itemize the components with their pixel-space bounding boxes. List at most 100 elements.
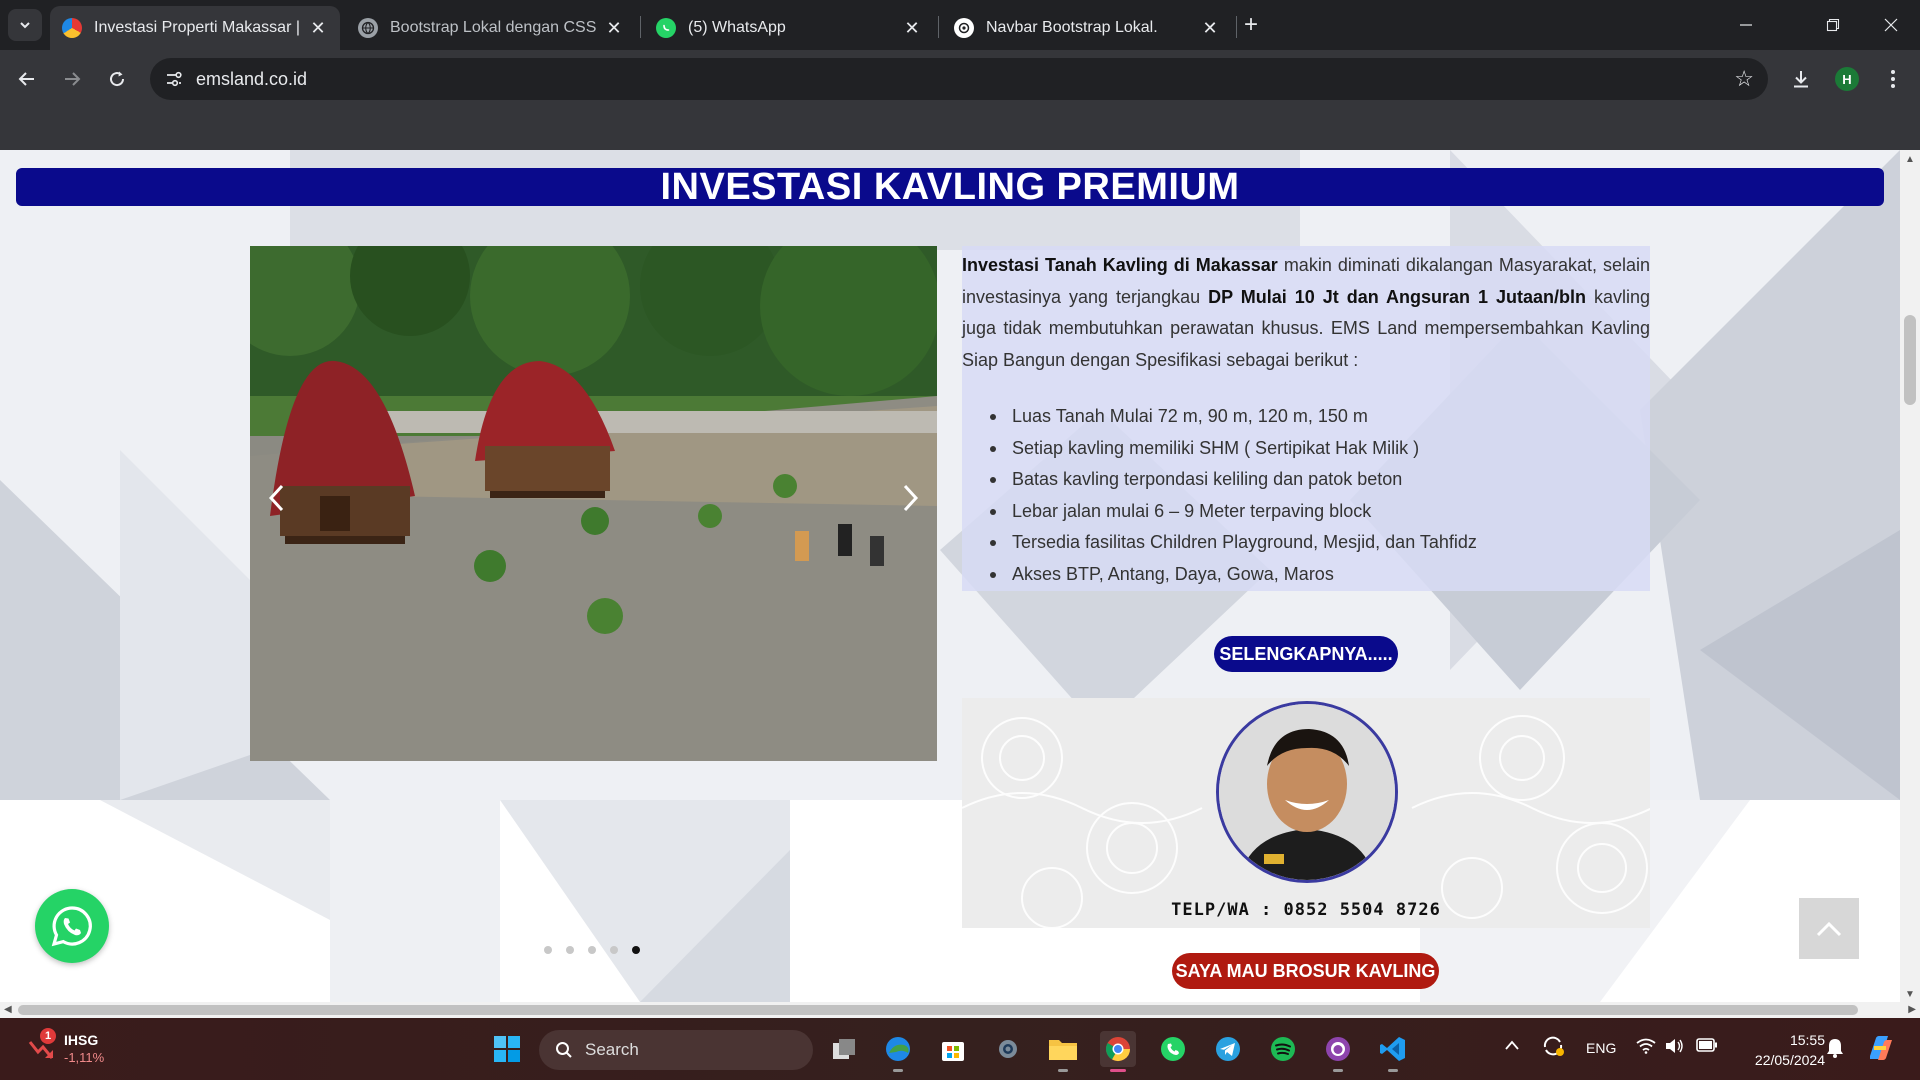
arrow-right-icon — [65, 72, 81, 86]
reload-button[interactable] — [100, 62, 134, 96]
minimize-button[interactable] — [1717, 0, 1775, 50]
back-button[interactable] — [10, 62, 44, 96]
bookmark-bar — [0, 108, 1920, 150]
ems-favicon-icon — [62, 18, 82, 38]
minimize-icon — [1740, 24, 1752, 26]
spec-item: Luas Tanah Mulai 72 m, 90 m, 120 m, 150 … — [990, 401, 1477, 433]
search-icon — [556, 1042, 572, 1058]
store-icon — [942, 1042, 964, 1061]
carousel-indicator[interactable] — [566, 946, 574, 954]
tab-bootstrap-lokal[interactable]: Bootstrap Lokal dengan CSS dan ✕ — [346, 6, 636, 50]
close-tab-icon[interactable]: ✕ — [604, 18, 624, 38]
scroll-right-arrow-icon[interactable]: ▶ — [1908, 1002, 1916, 1018]
whatsapp-favicon-icon — [656, 18, 676, 38]
carousel-indicator[interactable] — [544, 946, 552, 954]
spotify-app[interactable] — [1265, 1031, 1301, 1067]
battery-icon — [1696, 1038, 1717, 1052]
section-title-bar: INVESTASI KAVLING PREMIUM — [16, 165, 1884, 208]
wifi-icon — [1636, 1038, 1656, 1054]
edge-app[interactable] — [880, 1031, 916, 1072]
copilot-button[interactable] — [1864, 1032, 1896, 1067]
taskbar-search[interactable]: Search — [539, 1030, 813, 1070]
spec-list: Luas Tanah Mulai 72 m, 90 m, 120 m, 150 … — [990, 401, 1477, 590]
description-bold-title: Investasi Tanah Kavling di Makassar — [962, 255, 1278, 275]
tab-title: Navbar Bootstrap Lokal. — [986, 19, 1158, 36]
description-panel: Investasi Tanah Kavling di Makassar maki… — [962, 246, 1650, 591]
whatsapp-icon — [1161, 1037, 1185, 1061]
chrome-app[interactable] — [1100, 1031, 1136, 1072]
carousel-indicator-active[interactable] — [632, 946, 640, 954]
telegram-app[interactable] — [1210, 1031, 1246, 1067]
whatsapp-app[interactable] — [1155, 1031, 1191, 1067]
horizontal-scrollbar[interactable]: ◀ ▶ — [0, 1002, 1920, 1018]
profile-button[interactable]: H — [1830, 62, 1864, 96]
windows-logo-icon — [494, 1036, 520, 1062]
selengkapnya-button[interactable]: SELENGKAPNYA..... — [1214, 636, 1398, 672]
stock-widget[interactable]: 1 IHSG -1,11% — [24, 1028, 124, 1070]
task-view-button[interactable] — [826, 1031, 862, 1067]
bookmark-star-icon[interactable]: ☆ — [1734, 66, 1754, 92]
horizontal-scroll-thumb[interactable] — [18, 1005, 1858, 1015]
downloads-button[interactable] — [1784, 62, 1818, 96]
new-tab-button[interactable]: + — [1244, 12, 1258, 38]
stock-change: -1,11% — [64, 1050, 105, 1065]
notifications-button[interactable] — [1826, 1038, 1844, 1061]
profile-avatar: H — [1835, 67, 1859, 91]
image-carousel[interactable] — [250, 246, 937, 761]
microsoft-store-app[interactable] — [935, 1031, 971, 1067]
whatsapp-float-button[interactable] — [35, 889, 109, 963]
request-brochure-button[interactable]: SAYA MAU BROSUR KAVLING — [1172, 953, 1439, 989]
file-explorer-app[interactable] — [1045, 1031, 1081, 1072]
restore-button[interactable] — [1804, 0, 1862, 50]
tab-navbar-bootstrap[interactable]: Navbar Bootstrap Lokal. ✕ — [942, 6, 1232, 50]
whatsapp-icon — [51, 906, 92, 947]
close-tab-icon[interactable]: ✕ — [902, 18, 922, 38]
vertical-scroll-thumb[interactable] — [1904, 315, 1916, 405]
tab-search-button[interactable] — [8, 9, 42, 41]
github-desktop-app[interactable] — [1320, 1031, 1356, 1072]
scroll-down-arrow-icon[interactable]: ▼ — [1900, 989, 1920, 1000]
tab-whatsapp[interactable]: (5) WhatsApp ✕ — [644, 6, 934, 50]
task-view-icon — [833, 1039, 855, 1059]
edge-icon — [886, 1037, 910, 1061]
chevron-up-icon — [1816, 921, 1842, 936]
reload-icon — [110, 71, 125, 87]
start-button[interactable] — [489, 1031, 525, 1067]
page-title: INVESTASI KAVLING PREMIUM — [660, 165, 1240, 208]
battery-tray-button[interactable] — [1696, 1038, 1718, 1055]
tab-title: Investasi Properti Makassar | EMS — [94, 19, 300, 36]
sync-icon — [1543, 1036, 1564, 1056]
carousel-indicator[interactable] — [588, 946, 596, 954]
site-settings-icon[interactable] — [164, 69, 184, 89]
vscode-app[interactable] — [1375, 1031, 1411, 1072]
page-viewport: INVESTASI KAVLING PREMIUM Investasi Tana… — [0, 150, 1900, 1002]
close-window-button[interactable] — [1862, 0, 1920, 50]
search-placeholder: Search — [585, 1040, 639, 1059]
wifi-tray-button[interactable] — [1636, 1038, 1656, 1057]
gear-icon — [999, 1040, 1017, 1058]
show-hidden-icons-button[interactable] — [1504, 1038, 1520, 1054]
close-tab-icon[interactable]: ✕ — [308, 18, 328, 38]
browser-menu-button[interactable] — [1876, 62, 1910, 96]
close-tab-icon[interactable]: ✕ — [1200, 18, 1220, 38]
forward-button[interactable] — [55, 62, 89, 96]
back-to-top-button[interactable] — [1799, 898, 1859, 959]
scroll-up-arrow-icon[interactable]: ▲ — [1900, 154, 1920, 165]
taskbar-clock[interactable]: 15:55 22/05/2024 — [1735, 1030, 1825, 1070]
spotify-icon — [1271, 1037, 1295, 1061]
url-text: emsland.co.id — [196, 69, 308, 89]
sync-tray-button[interactable] — [1541, 1035, 1565, 1060]
scroll-left-arrow-icon[interactable]: ◀ — [4, 1002, 12, 1018]
settings-app[interactable] — [990, 1031, 1026, 1067]
notification-badge: 1 — [40, 1028, 56, 1044]
language-indicator[interactable]: ENG — [1586, 1040, 1616, 1056]
address-bar[interactable]: emsland.co.id ☆ — [150, 58, 1768, 100]
chevron-left-icon — [268, 484, 284, 512]
vertical-scrollbar[interactable]: ▲ ▼ — [1900, 150, 1920, 1002]
tab-ems-land[interactable]: Investasi Properti Makassar | EMS ✕ — [50, 6, 340, 50]
volume-tray-button[interactable] — [1664, 1038, 1684, 1057]
carousel-indicator[interactable] — [610, 946, 618, 954]
carousel-prev-button[interactable] — [256, 468, 296, 528]
carousel-next-button[interactable] — [891, 468, 931, 528]
description-paragraph: Investasi Tanah Kavling di Makassar maki… — [962, 250, 1650, 376]
